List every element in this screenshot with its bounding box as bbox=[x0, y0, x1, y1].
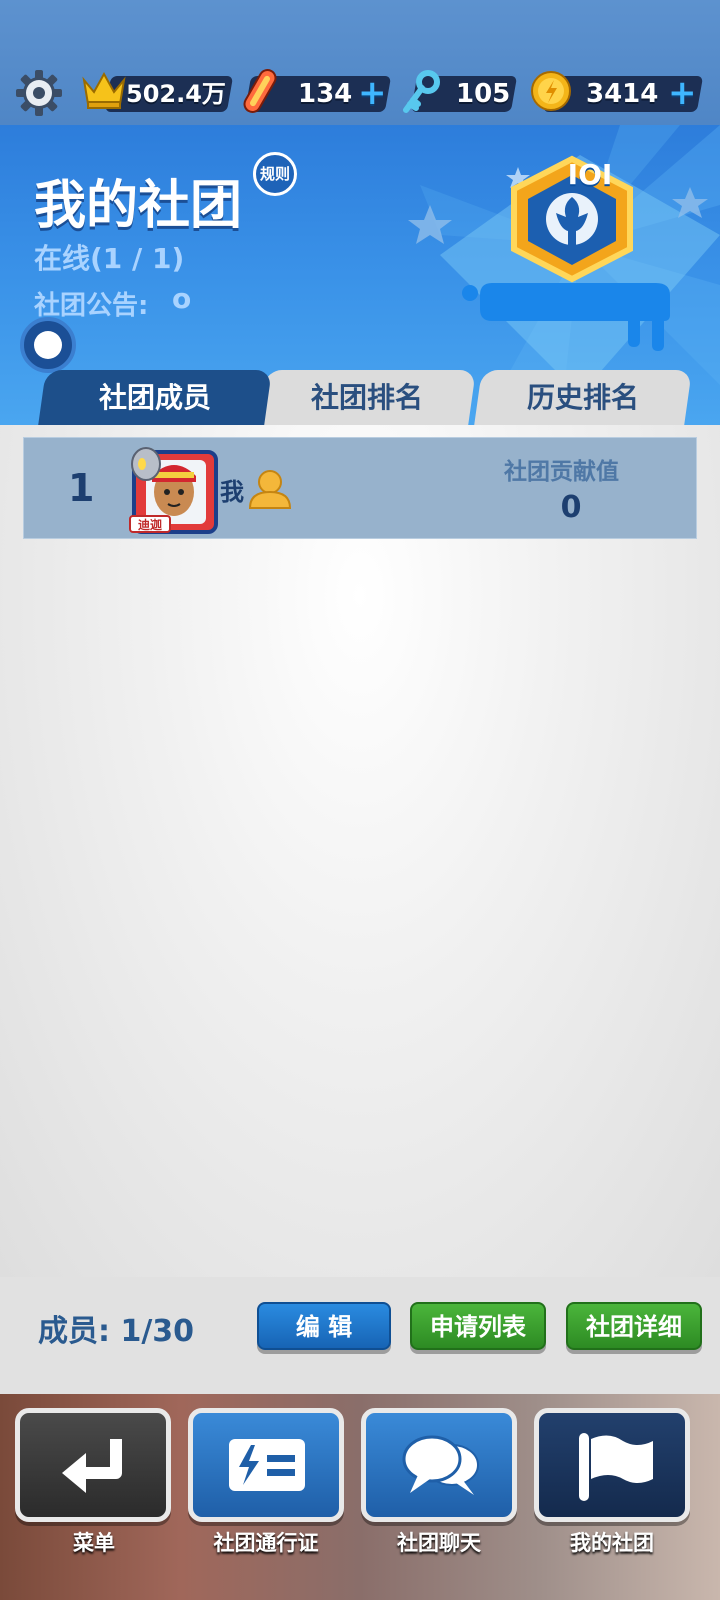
member-avatar[interactable]: 迪迦 bbox=[124, 442, 224, 534]
nav-menu-button[interactable] bbox=[15, 1408, 171, 1522]
tab-history-ranking[interactable]: 历史排名 bbox=[474, 370, 692, 426]
member-rank: 1 bbox=[68, 466, 95, 510]
return-arrow-icon bbox=[62, 1439, 122, 1493]
tab-club-ranking-label: 社团排名 bbox=[310, 381, 423, 414]
rules-button[interactable]: 规则 bbox=[253, 152, 297, 196]
coins-value: 3414 bbox=[586, 79, 659, 109]
coin-icon bbox=[531, 71, 571, 111]
member-row[interactable]: 1 迪迦 我 社团贡献值 0 bbox=[23, 437, 697, 539]
nav-club-pass-label: 社团通行证 bbox=[213, 1531, 319, 1555]
club-title: 我的社团 bbox=[34, 176, 243, 236]
contribution-label: 社团贡献值 bbox=[504, 459, 619, 485]
edit-button[interactable]: 编 辑 bbox=[257, 1302, 391, 1350]
keys-value: 105 bbox=[456, 79, 511, 109]
crown-icon bbox=[82, 71, 126, 109]
settings-gear-icon[interactable] bbox=[14, 68, 64, 118]
badge-level-label: IOI bbox=[567, 158, 613, 191]
flag-icon bbox=[579, 1433, 653, 1501]
crowns-value: 502.4万 bbox=[126, 80, 226, 108]
nav-club-chat-button[interactable] bbox=[361, 1408, 517, 1522]
avatar-tag: 迪迦 bbox=[138, 517, 162, 532]
member-list-area bbox=[0, 425, 720, 1277]
apply-list-button[interactable]: 申请列表 bbox=[410, 1302, 546, 1350]
notice-toggle[interactable] bbox=[20, 317, 76, 373]
nav-club-pass-button[interactable] bbox=[188, 1408, 344, 1522]
person-icon bbox=[248, 470, 292, 509]
add-boards-button[interactable]: + bbox=[358, 74, 387, 112]
tab-history-ranking-label: 历史排名 bbox=[526, 381, 639, 414]
tab-club-members[interactable]: 社团成员 bbox=[38, 370, 272, 426]
nav-club-chat-label: 社团聊天 bbox=[397, 1531, 481, 1555]
boards-value: 134 bbox=[298, 79, 353, 109]
online-status: 在线(1 / 1) bbox=[34, 242, 185, 275]
notice-value: o bbox=[172, 282, 192, 315]
nav-my-club-label: 我的社团 bbox=[570, 1531, 654, 1555]
hoverboard-icon bbox=[243, 69, 277, 113]
key-icon bbox=[403, 70, 440, 113]
tab-club-ranking[interactable]: 社团排名 bbox=[258, 370, 476, 426]
pass-ticket-icon bbox=[229, 1439, 305, 1491]
member-name: 我 bbox=[220, 478, 244, 506]
club-detail-button[interactable]: 社团详细 bbox=[566, 1302, 702, 1350]
members-count: 成员: 1/30 bbox=[38, 1314, 195, 1349]
tab-club-members-label: 社团成员 bbox=[98, 381, 211, 414]
contribution-value: 0 bbox=[560, 490, 582, 525]
nav-menu-label: 菜单 bbox=[73, 1531, 115, 1555]
chat-bubbles-icon bbox=[402, 1435, 479, 1495]
add-coins-button[interactable]: + bbox=[668, 74, 697, 112]
nav-my-club-button[interactable] bbox=[534, 1408, 690, 1522]
